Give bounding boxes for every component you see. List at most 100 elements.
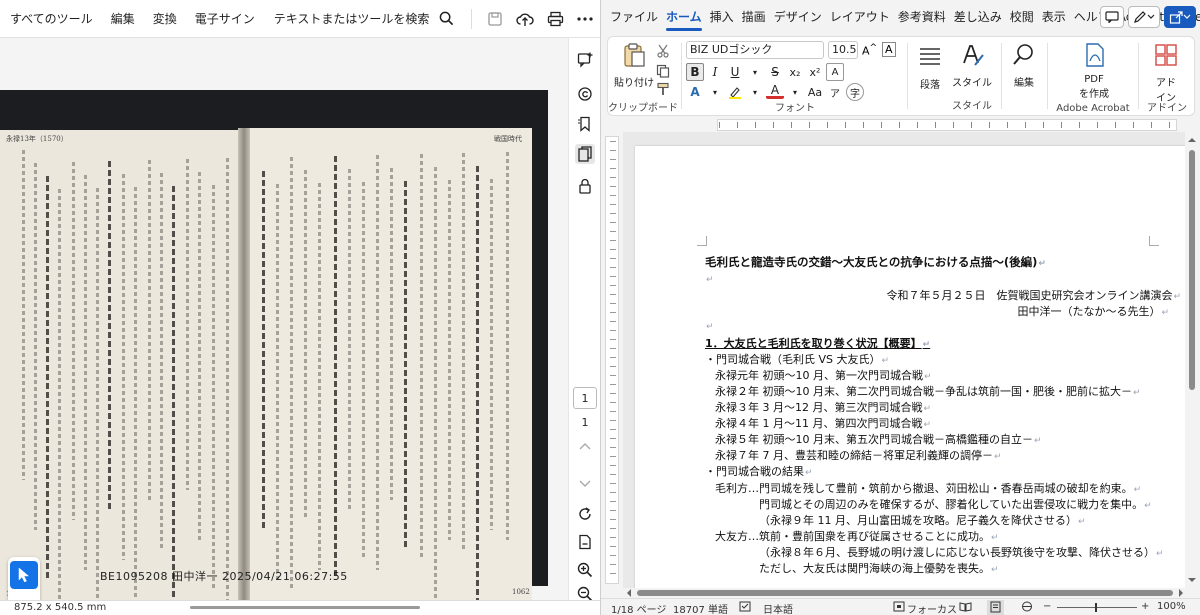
focus-mode[interactable]: フォーカス	[907, 601, 957, 615]
font-size-box[interactable]: 10.5	[828, 41, 858, 59]
document-area[interactable]: 毛利氏と龍造寺氏の交錯～大友氏との抗争における点描～(後編)↵ ↵ 令和７年５月…	[623, 132, 1185, 588]
horizontal-scroll-thumb[interactable]	[637, 590, 1173, 596]
doc-line: 永禄７年 7 月、豊芸和睦の締結－将軍足利義輝の調停－↵	[715, 449, 1002, 462]
tab-0[interactable]: ファイル	[601, 0, 662, 34]
tab-4[interactable]: デザイン	[770, 0, 826, 34]
search-icon[interactable]	[435, 8, 457, 30]
tab-5[interactable]: レイアウト	[826, 0, 894, 34]
save-icon[interactable]	[486, 8, 504, 30]
tab-1[interactable]: ホーム	[662, 0, 706, 34]
zoom-percent[interactable]: 100%	[1157, 601, 1186, 612]
tab-6[interactable]: 参考資料	[894, 0, 950, 34]
page-export-icon[interactable]	[575, 532, 595, 552]
editing-mode-button[interactable]	[1128, 6, 1160, 28]
bold-button[interactable]: B	[686, 63, 704, 81]
word-window: ファイルホーム挿入描画デザインレイアウト参考資料差し込み校閲表示ヘルプAcrob…	[600, 0, 1200, 615]
menu-e-sign[interactable]: 電子サイン	[186, 10, 264, 27]
create-pdf-label-1: PDF	[1084, 74, 1104, 85]
doc-line: 永禄元年 初頭〜10 月、第一次門司城合戦↵	[715, 369, 932, 382]
text-column	[148, 160, 151, 500]
addins-button[interactable]: アド イン	[1146, 41, 1186, 104]
tool-search[interactable]: テキストまたはツールを検索	[274, 8, 464, 30]
horizontal-ruler[interactable]	[601, 118, 1200, 132]
pdf-canvas[interactable]: 永禄13年（1570） 戦国時代 1063 1062 BE1095208 田中洋…	[0, 38, 568, 600]
link-icon[interactable]	[575, 84, 595, 104]
italic-button[interactable]: I	[706, 63, 724, 81]
pdf-horizontal-scrollbar[interactable]	[190, 606, 420, 609]
web-layout-icon[interactable]	[1021, 601, 1033, 615]
pages-icon[interactable]	[575, 144, 595, 164]
lock-icon[interactable]	[575, 176, 595, 196]
underline-dropdown-icon[interactable]: ▾	[746, 63, 764, 81]
chevron-up-icon[interactable]	[575, 436, 595, 456]
comment-add-icon[interactable]	[575, 50, 595, 70]
proofing-icon[interactable]	[739, 601, 751, 615]
refresh-icon[interactable]	[575, 504, 595, 524]
strikethrough-button[interactable]: S	[766, 63, 784, 81]
toolbar-divider	[471, 8, 473, 29]
tab-2[interactable]: 挿入	[706, 0, 738, 34]
text-column	[276, 184, 279, 580]
language[interactable]: 日本語	[763, 601, 793, 615]
font-color-icon[interactable]: A	[766, 83, 784, 99]
tab-7[interactable]: 差し込み	[950, 0, 1006, 34]
vertical-scrollbar[interactable]	[1187, 134, 1197, 586]
underline-button[interactable]: U	[726, 63, 744, 81]
document-page[interactable]: 毛利氏と龍造寺氏の交錯～大友氏との抗争における点描～(後編)↵ ↵ 令和７年５月…	[635, 146, 1185, 588]
create-pdf-button[interactable]: PDF を作成	[1064, 41, 1124, 100]
print-icon[interactable]	[546, 8, 564, 30]
styles-button[interactable]: スタイル	[952, 41, 992, 89]
menu-all-tools[interactable]: すべてのツール	[0, 10, 102, 27]
copy-icon[interactable]	[656, 63, 670, 82]
scroll-left-icon	[627, 589, 631, 597]
menu-convert[interactable]: 変換	[144, 10, 186, 27]
text-column	[348, 169, 351, 510]
grow-font-icon[interactable]: A^	[862, 42, 877, 58]
total-pages: 1	[581, 416, 589, 429]
more-icon[interactable]	[576, 8, 594, 30]
word-count[interactable]: 18707 単語	[673, 601, 728, 615]
print-layout-icon[interactable]	[987, 600, 1004, 615]
vertical-scroll-thumb[interactable]	[1189, 150, 1195, 390]
zoom-in-icon[interactable]	[575, 560, 595, 580]
paste-button[interactable]: 貼り付け	[614, 41, 654, 89]
zoom-in-button[interactable]: +	[1141, 601, 1149, 612]
text-column	[462, 153, 465, 550]
doc-line: 永禄３年 3 月〜12 月、第三次門司城合戦↵	[715, 401, 932, 414]
clear-format-icon[interactable]: A	[882, 42, 896, 57]
paragraph-button[interactable]: 段落	[910, 43, 950, 91]
focus-icon[interactable]	[893, 601, 905, 615]
upload-icon[interactable]	[516, 8, 534, 30]
doc-date-line: 令和７年５月２５日 佐賀戦国史研究会オンライン講演会↵	[886, 289, 1181, 302]
char-border-button[interactable]: A	[826, 63, 844, 81]
zoom-slider[interactable]	[1057, 607, 1137, 608]
read-mode-icon[interactable]	[959, 601, 972, 615]
vertical-ruler[interactable]	[605, 136, 619, 584]
menu-edit[interactable]: 編集	[102, 10, 144, 27]
zoom-slider-thumb[interactable]	[1095, 603, 1097, 612]
page-count[interactable]: 1/18 ページ	[611, 601, 666, 615]
select-tool-button[interactable]	[10, 561, 38, 589]
subscript-button[interactable]: x₂	[786, 63, 804, 81]
doc-line: 門司城とその周辺のみを確保するが、膠着化していた出雲侵攻に戦力を集中。↵	[759, 498, 1152, 511]
share-button[interactable]	[1164, 6, 1196, 28]
superscript-button[interactable]: x²	[806, 63, 824, 81]
format-painter-icon[interactable]	[656, 81, 670, 100]
tab-8[interactable]: 校閲	[1006, 0, 1038, 34]
doc-heading: 1．大友氏と毛利氏を取り巻く状況【概要】↵	[705, 337, 931, 350]
font-name-box[interactable]: BIZ UDゴシック	[686, 41, 824, 59]
scroll-up-icon	[1188, 138, 1196, 142]
editing-button[interactable]: 編集	[1004, 41, 1044, 89]
tab-9[interactable]: 表示	[1038, 0, 1070, 34]
tab-3[interactable]: 描画	[738, 0, 770, 34]
chevron-down-icon[interactable]	[575, 474, 595, 494]
share-icon	[1169, 11, 1183, 24]
current-page-input[interactable]: 1	[573, 387, 597, 409]
text-column	[390, 168, 393, 500]
bookmark-icon[interactable]	[575, 114, 595, 134]
zoom-out-button[interactable]: −	[1043, 601, 1051, 612]
comments-button[interactable]	[1100, 6, 1124, 28]
create-pdf-label-2: を作成	[1079, 89, 1109, 100]
horizontal-scrollbar[interactable]	[623, 588, 1187, 598]
cut-icon[interactable]	[656, 43, 670, 62]
